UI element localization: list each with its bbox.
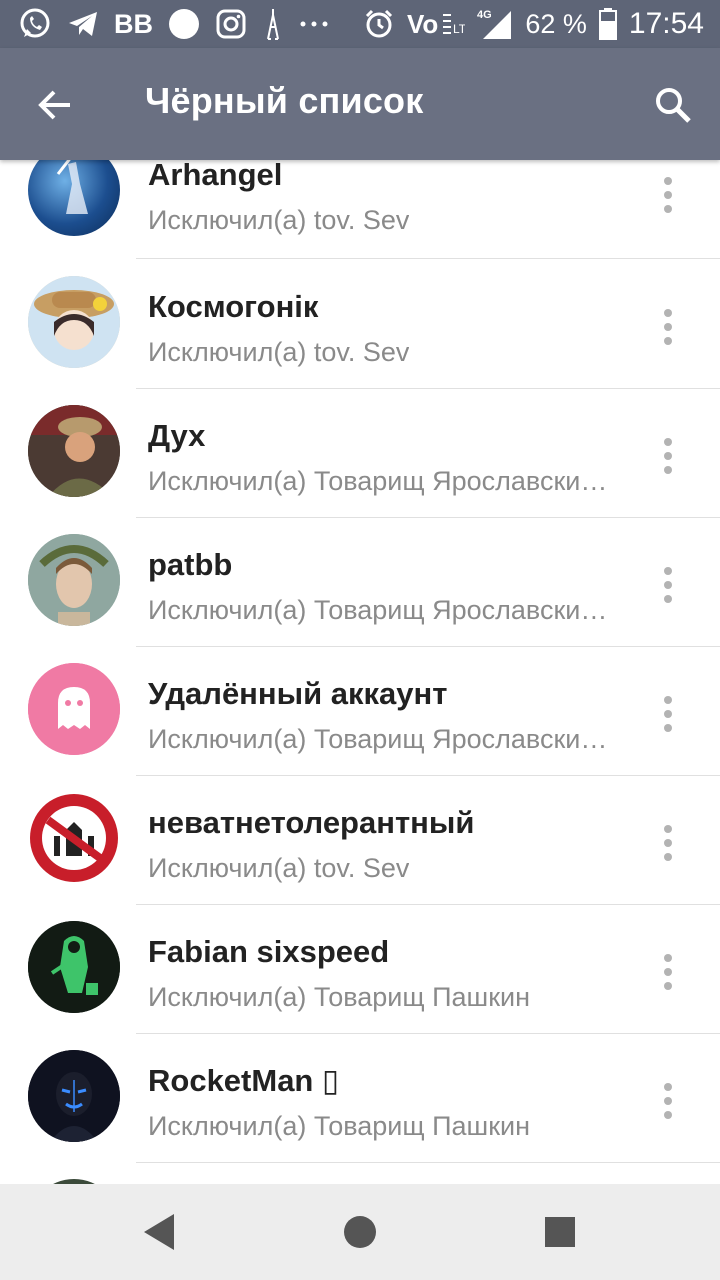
- record-dot-icon: [167, 0, 201, 48]
- battery-icon: [598, 0, 617, 48]
- circle-home-icon: [344, 1216, 376, 1248]
- avatar[interactable]: [28, 276, 120, 368]
- app-bar: Чёрный список: [0, 48, 720, 160]
- more-options-button[interactable]: [648, 813, 688, 873]
- avatar[interactable]: [28, 405, 120, 497]
- avatar[interactable]: [28, 663, 120, 755]
- back-button[interactable]: [26, 76, 84, 134]
- user-name: Fabian sixspeed: [148, 934, 390, 969]
- list-item[interactable]: Arhangel Исключил(а) tov. Sev: [0, 160, 720, 259]
- status-bar: BB Vo LTE 4G 62 % 17:54: [0, 0, 720, 48]
- more-options-button[interactable]: [648, 684, 688, 744]
- user-name: Arhangel: [148, 160, 283, 192]
- blocked-by-text: Исключил(а) tov. Sev: [148, 853, 410, 883]
- user-name: Дух: [148, 418, 206, 453]
- nav-recents-button[interactable]: [528, 1208, 592, 1256]
- clock: 17:54: [628, 7, 704, 40]
- nav-home-button[interactable]: [328, 1208, 392, 1256]
- user-name: RocketMan ▯: [148, 1063, 340, 1098]
- user-name: patbb: [148, 547, 233, 582]
- svg-text:LTE: LTE: [453, 22, 465, 36]
- triangle-back-icon: [144, 1214, 174, 1250]
- more-options-button[interactable]: [648, 165, 688, 225]
- blocked-by-text: Исключил(а) Товарищ Ярославски…: [148, 466, 608, 496]
- list-item[interactable]: Fabian sixspeed Исключил(а) Товарищ Пашк…: [0, 904, 720, 1034]
- blocked-by-text: Исключил(а) Товарищ Пашкин: [148, 1111, 530, 1141]
- list-item[interactable]: неватнетолерантный Исключил(а) tov. Sev: [0, 775, 720, 905]
- list-item[interactable]: Космогонік Исключил(а) tov. Sev: [0, 259, 720, 389]
- svg-text:4G: 4G: [477, 9, 492, 21]
- blocked-by-text: Исключил(а) tov. Sev: [148, 205, 410, 235]
- whatsapp-icon: [18, 0, 52, 48]
- alarm-icon: [363, 0, 395, 48]
- vk-icon: BB: [114, 8, 153, 39]
- svg-text:Vo: Vo: [407, 9, 438, 39]
- list-item[interactable]: [0, 1162, 720, 1184]
- more-notifications-icon: [299, 0, 329, 48]
- battery-percent: 62 %: [525, 8, 587, 39]
- blocked-by-text: Исключил(а) Товарищ Ярославски…: [148, 724, 608, 754]
- list-item[interactable]: Удалённый аккаунт Исключил(а) Товарищ Яр…: [0, 646, 720, 776]
- avatar[interactable]: [28, 1050, 120, 1142]
- signal-4g-icon: 4G: [477, 0, 513, 48]
- list-item[interactable]: Дух Исключил(а) Товарищ Ярославски…: [0, 388, 720, 518]
- volte-icon: Vo LTE: [407, 0, 465, 48]
- more-options-button[interactable]: [648, 297, 688, 357]
- instagram-icon: [215, 0, 247, 48]
- avatar[interactable]: [28, 534, 120, 626]
- list-item[interactable]: patbb Исключил(а) Товарищ Ярославски…: [0, 517, 720, 647]
- blocked-by-text: Исключил(а) tov. Sev: [148, 337, 410, 367]
- more-options-button[interactable]: [648, 1071, 688, 1131]
- arrow-left-icon: [38, 90, 70, 120]
- avatar[interactable]: [28, 792, 120, 884]
- search-button[interactable]: [644, 76, 702, 134]
- telegram-icon: [66, 0, 100, 48]
- page-title: Чёрный список: [145, 80, 424, 121]
- user-name: Космогонік: [148, 289, 319, 324]
- list-item[interactable]: RocketMan ▯ Исключил(а) Товарищ Пашкин: [0, 1033, 720, 1163]
- more-options-button[interactable]: [648, 426, 688, 486]
- blocked-users-list: Arhangel Исключил(а) tov. Sev Космогонік…: [0, 160, 720, 1184]
- blocked-by-text: Исключил(а) Товарищ Пашкин: [148, 982, 530, 1012]
- avatar[interactable]: [28, 160, 120, 236]
- nav-back-button[interactable]: [128, 1208, 192, 1256]
- blocked-by-text: Исключил(а) Товарищ Ярославски…: [148, 595, 608, 625]
- more-options-button[interactable]: [648, 555, 688, 615]
- search-icon: [656, 88, 691, 123]
- square-recents-icon: [545, 1217, 575, 1247]
- navigation-bar: [0, 1184, 720, 1280]
- eiffel-tower-icon: [261, 0, 285, 48]
- user-name: Удалённый аккаунт: [148, 676, 448, 711]
- avatar[interactable]: [28, 921, 120, 1013]
- ghost-icon: [28, 663, 120, 755]
- more-options-button[interactable]: [648, 942, 688, 1002]
- user-name: неватнетолерантный: [148, 805, 475, 840]
